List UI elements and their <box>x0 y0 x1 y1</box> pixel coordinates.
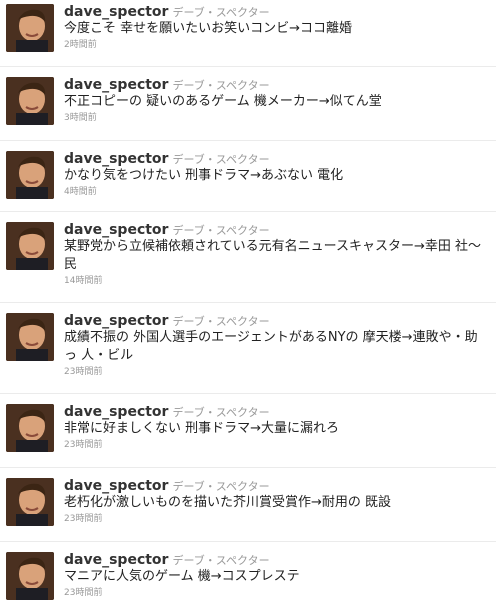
tweet-fullname: デーブ・スペクター <box>172 6 270 19</box>
tweet-text: 非常に好ましくない 刑事ドラマ→大量に漏れろ <box>64 421 340 436</box>
tweet-fullname: デーブ・スペクター <box>172 480 270 493</box>
tweet-item[interactable]: dave_spector デーブ・スペクター 成績不振の 外国人選手のエージェント… <box>0 303 496 394</box>
user-avatar[interactable] <box>6 151 54 199</box>
tweet-timestamp[interactable]: 4時間前 <box>64 186 490 198</box>
tweet-item[interactable]: dave_spector デーブ・スペクター マニアに人気のゲーム 機→コスプレス… <box>0 542 496 610</box>
user-avatar[interactable] <box>6 478 54 526</box>
tweet-fullname: デーブ・スペクター <box>172 79 270 92</box>
tweet-username[interactable]: dave_spector <box>64 151 168 167</box>
tweet-timestamp[interactable]: 23時間前 <box>64 366 490 378</box>
tweet-fullname: デーブ・スペクター <box>172 406 270 419</box>
tweet-username[interactable]: dave_spector <box>64 404 168 420</box>
tweet-username[interactable]: dave_spector <box>64 77 168 93</box>
tweet-item[interactable]: dave_spector デーブ・スペクター 某野党から立候補依頼されている元有名… <box>0 212 496 303</box>
user-avatar[interactable] <box>6 552 54 600</box>
user-avatar[interactable] <box>6 4 54 52</box>
tweet-item[interactable]: dave_spector デーブ・スペクター 非常に好ましくない 刑事ドラマ→大量… <box>0 394 496 468</box>
tweet-timestamp[interactable]: 2時間前 <box>64 39 490 51</box>
tweet-text: 老朽化が激しいものを描いた芥川賞受賞作→耐用の 既設 <box>64 495 392 510</box>
user-avatar[interactable] <box>6 313 54 361</box>
tweet-username[interactable]: dave_spector <box>64 4 168 20</box>
tweet-fullname: デーブ・スペクター <box>172 224 270 237</box>
tweet-fullname: デーブ・スペクター <box>172 554 270 567</box>
tweet-text: マニアに人気のゲーム 機→コスプレステ <box>64 569 300 584</box>
tweet-item[interactable]: dave_spector デーブ・スペクター 今度こそ 幸せを願いたいお笑いコンビ… <box>0 0 496 67</box>
tweet-timeline: dave_spector デーブ・スペクター 今度こそ 幸せを願いたいお笑いコンビ… <box>0 0 496 610</box>
tweet-text: 不正コピーの 疑いのあるゲーム 機メーカー→似てん堂 <box>64 94 382 109</box>
tweet-item[interactable]: dave_spector デーブ・スペクター 不正コピーの 疑いのあるゲーム 機メ… <box>0 67 496 141</box>
tweet-timestamp[interactable]: 3時間前 <box>64 112 490 124</box>
tweet-text: 今度こそ 幸せを願いたいお笑いコンビ→ココ離婚 <box>64 21 353 36</box>
tweet-timestamp[interactable]: 23時間前 <box>64 587 490 599</box>
tweet-username[interactable]: dave_spector <box>64 222 168 238</box>
tweet-fullname: デーブ・スペクター <box>172 315 270 328</box>
tweet-text: 某野党から立候補依頼されている元有名ニュースキャスター→幸田 社～民 <box>64 239 481 272</box>
user-avatar[interactable] <box>6 77 54 125</box>
user-avatar[interactable] <box>6 404 54 452</box>
tweet-fullname: デーブ・スペクター <box>172 153 270 166</box>
tweet-timestamp[interactable]: 23時間前 <box>64 439 490 451</box>
tweet-item[interactable]: dave_spector デーブ・スペクター かなり気をつけたい 刑事ドラマ→あぶ… <box>0 141 496 212</box>
tweet-timestamp[interactable]: 23時間前 <box>64 513 490 525</box>
tweet-timestamp[interactable]: 14時間前 <box>64 275 490 287</box>
tweet-item[interactable]: dave_spector デーブ・スペクター 老朽化が激しいものを描いた芥川賞受賞… <box>0 468 496 542</box>
tweet-text: 成績不振の 外国人選手のエージェントがあるNYの 摩天楼→連敗や・助っ 人・ビル <box>64 330 478 363</box>
tweet-username[interactable]: dave_spector <box>64 478 168 494</box>
tweet-username[interactable]: dave_spector <box>64 552 168 568</box>
tweet-text: かなり気をつけたい 刑事ドラマ→あぶない 電化 <box>64 168 344 183</box>
user-avatar[interactable] <box>6 222 54 270</box>
tweet-username[interactable]: dave_spector <box>64 313 168 329</box>
